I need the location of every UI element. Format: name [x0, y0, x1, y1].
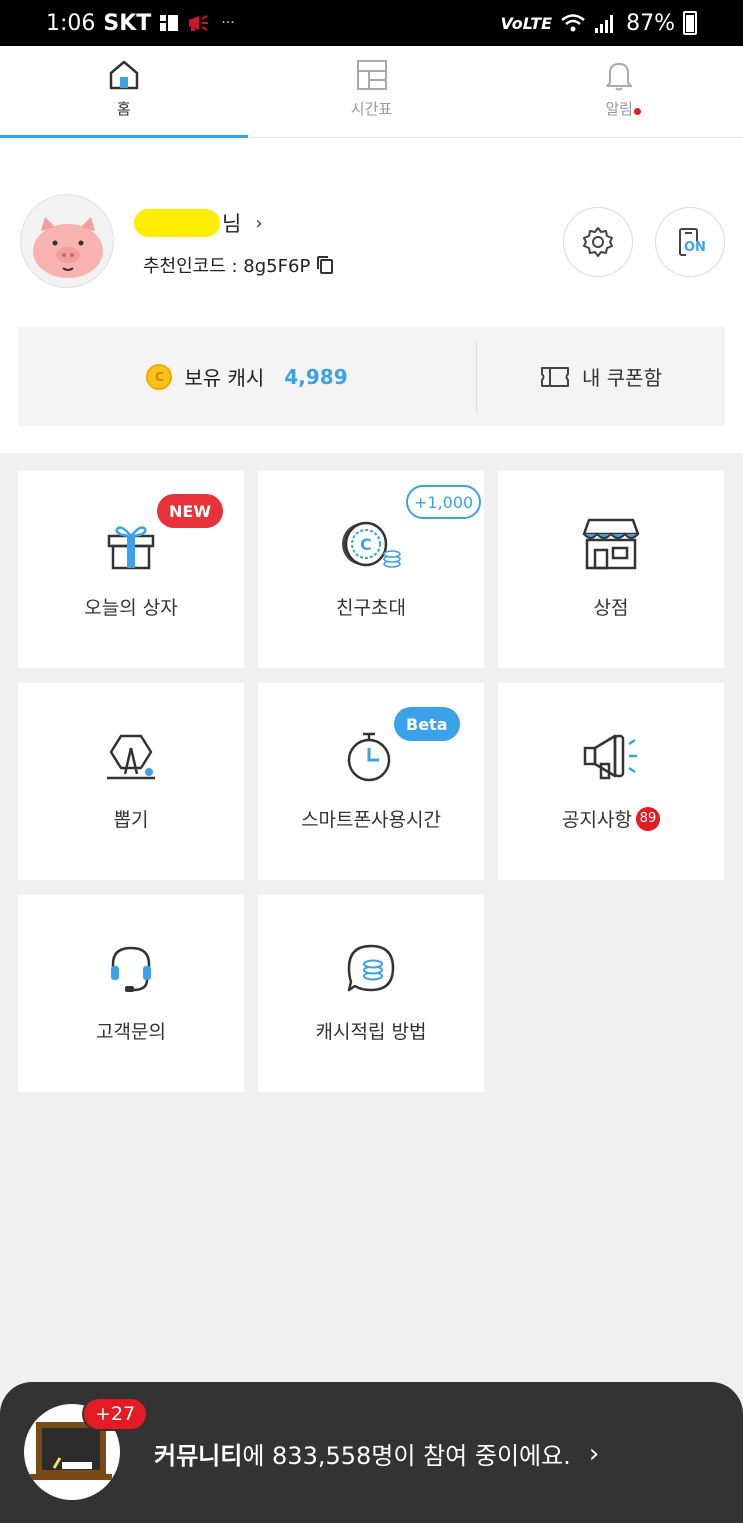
home-icon: [109, 60, 139, 90]
chevron-right-icon: ›: [255, 212, 263, 234]
menu-tile-daily-box[interactable]: NEW 오늘의 상자: [18, 471, 244, 668]
timer-icon: [347, 732, 391, 782]
status-carrier: SKT: [103, 10, 152, 36]
tile-label: 친구초대: [336, 597, 406, 619]
pig-avatar-icon: [33, 217, 103, 278]
gift-icon: [107, 526, 155, 570]
phone-mode-button[interactable]: ON: [655, 207, 725, 277]
menu-tile-support[interactable]: 고객문의: [18, 895, 244, 1092]
referral-code: 추천인코드 : 8g5F6P: [143, 252, 334, 278]
tile-label: 오늘의 상자: [84, 597, 178, 619]
tab-label: 알림: [605, 100, 633, 118]
cash-value: 4,989: [284, 364, 348, 389]
menu-tile-store[interactable]: 상점: [498, 471, 724, 668]
community-new-count: +27: [82, 1397, 149, 1431]
menu-tile-earn-guide[interactable]: 캐시적립 방법: [258, 895, 484, 1092]
chat-coin-icon: [347, 944, 395, 992]
notice-count-badge: 89: [635, 806, 660, 831]
megaphone-icon: [583, 734, 637, 780]
tile-label: 캐시적립 방법: [315, 1021, 427, 1043]
user-name-link[interactable]: 님 ›: [134, 208, 263, 238]
tab-notifications[interactable]: 알림: [495, 46, 743, 137]
chevron-right-icon: ›: [588, 1438, 600, 1469]
tile-label: 공지사항 89: [562, 805, 660, 832]
store-icon: [582, 518, 640, 570]
tile-label: 상점: [593, 597, 629, 619]
tile-label: 스마트폰사용시간: [301, 809, 441, 831]
tab-label: 시간표: [350, 100, 393, 118]
megaphone-notification-icon: [189, 15, 209, 31]
signal-icon: [595, 15, 614, 33]
profile-section: 님 › 추천인코드 : 8g5F6P ON C 보유 캐시 4,989 내 쿠폰…: [0, 138, 743, 453]
tab-label: 홈: [116, 100, 131, 118]
phone-mode-label: ON: [684, 240, 706, 255]
new-badge: NEW: [157, 494, 223, 528]
menu-tile-notice[interactable]: 공지사항 89: [498, 683, 724, 880]
avatar[interactable]: [20, 194, 114, 288]
community-title: 커뮤니티: [154, 1442, 243, 1470]
redacted-name: [134, 209, 220, 237]
tab-timetable[interactable]: 시간표: [248, 46, 496, 137]
community-text: 에 833,558명이 참여 중이에요.: [242, 1442, 571, 1470]
menu-tile-lottery[interactable]: 뽑기: [18, 683, 244, 880]
gear-icon: [583, 227, 613, 257]
top-tab-bar: 홈 시간표 알림: [0, 46, 743, 138]
coupon-box-button[interactable]: 내 쿠폰함: [477, 362, 725, 391]
coupon-label: 내 쿠폰함: [582, 366, 662, 390]
tab-home[interactable]: 홈: [0, 46, 248, 138]
tile-label: 뽑기: [113, 809, 149, 831]
status-bar: 1:06 SKT ··· VoLTE 87%: [0, 0, 743, 46]
layout-icon: [356, 60, 387, 90]
menu-tile-invite-friends[interactable]: +1,000 C 친구초대: [258, 471, 484, 668]
cash-bar: C 보유 캐시 4,989 내 쿠폰함: [18, 327, 725, 426]
status-more-icon: ···: [221, 15, 235, 31]
battery-percent: 87%: [626, 10, 675, 36]
headset-icon: [111, 946, 151, 992]
community-banner[interactable]: +27 커뮤니티 에 833,558명이 참여 중이에요. ›: [0, 1382, 743, 1523]
notification-dot: [634, 108, 641, 115]
coin-icon: C: [146, 363, 173, 390]
volte-icon: VoLTE: [500, 13, 553, 33]
wifi-icon: [561, 14, 585, 32]
tile-label: 고객문의: [96, 1021, 166, 1043]
coupon-icon: [541, 366, 570, 387]
copy-icon[interactable]: [316, 255, 334, 275]
cash-balance[interactable]: C 보유 캐시 4,989: [18, 362, 476, 391]
settings-button[interactable]: [563, 207, 633, 277]
name-suffix: 님: [222, 212, 242, 236]
reward-badge: +1,000: [406, 485, 482, 519]
referral-code-text: 추천인코드 : 8g5F6P: [143, 256, 311, 277]
lottery-icon: [107, 734, 155, 780]
status-time: 1:06: [46, 10, 96, 36]
coin-icon: C: [342, 521, 401, 568]
bell-icon: [606, 63, 633, 91]
app-notification-icon: [160, 15, 179, 31]
battery-icon: [683, 11, 697, 35]
notice-label: 공지사항: [562, 809, 632, 831]
community-message: 커뮤니티 에 833,558명이 참여 중이에요. ›: [154, 1436, 599, 1471]
svg-text:C: C: [360, 535, 372, 554]
menu-tile-screen-time[interactable]: Beta 스마트폰사용시간: [258, 683, 484, 880]
beta-badge: Beta: [394, 707, 460, 741]
cash-label: 보유 캐시: [184, 366, 265, 390]
